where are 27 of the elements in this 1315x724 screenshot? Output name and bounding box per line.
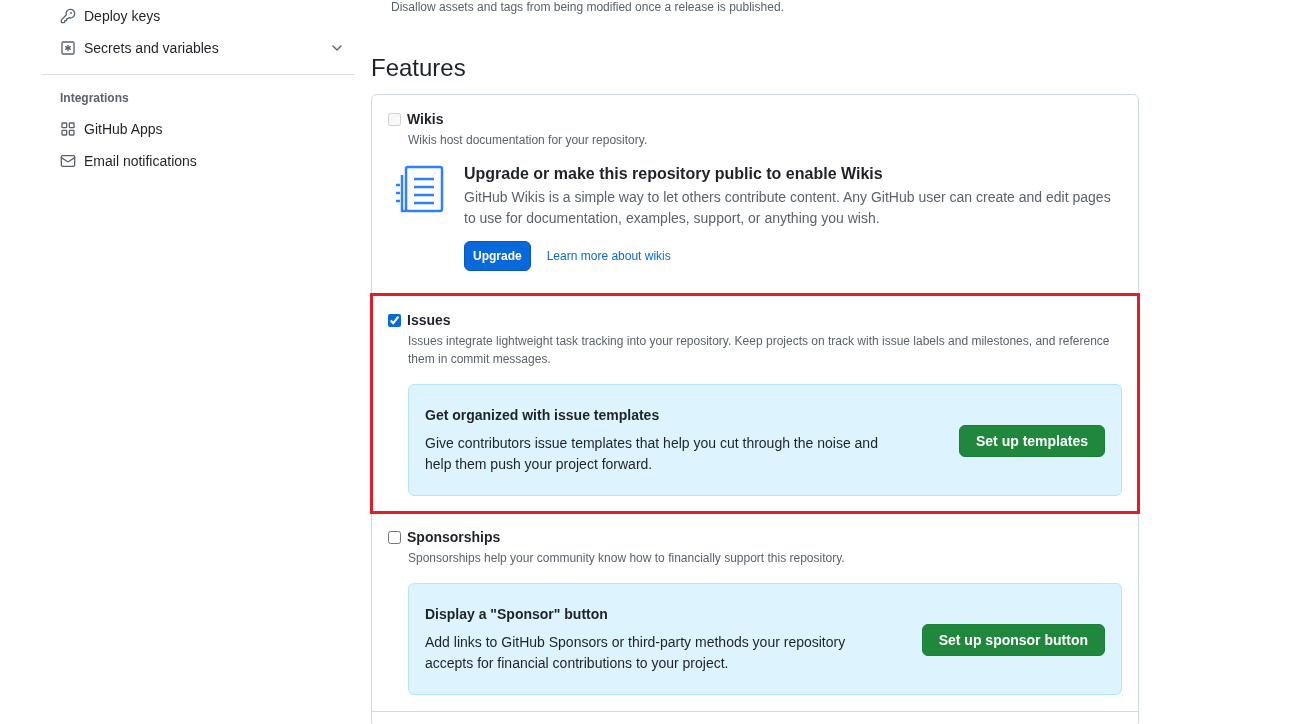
feature-description: Wikis host documentation for your repository. <box>408 132 649 149</box>
callout-text: Add links to GitHub Sponsors or third-party methods your repository accepts for financial contributions to your project. <box>425 633 847 673</box>
setup-button[interactable]: Set up templates <box>958 425 1105 457</box>
feature-label: Issues <box>407 312 451 328</box>
section-heading: Features <box>371 54 467 82</box>
sidebar-item[interactable]: Email notifications <box>42 145 355 177</box>
upsell-title: Upgrade or make this repository public to enable Wikis <box>464 165 884 183</box>
key-icon <box>60 8 76 24</box>
feature-checkbox[interactable] <box>388 313 401 327</box>
callout-title: Get organized with issue templates <box>425 407 661 423</box>
sidebar-item[interactable]: Deploy keys <box>42 0 355 32</box>
feature-description: Issues integrate lightweight task tracking into your repository. Keep projects on track with issue labels and milestones, and reference them in commit messages. <box>408 333 1111 368</box>
setting-description: Disallow assets and tags from being modified once a release is published. <box>390 0 785 14</box>
feature-description: Sponsorships help your community know how to financially support this repository. <box>408 550 846 567</box>
group-heading: Integrations <box>59 90 130 107</box>
feature-label: Wikis <box>407 111 444 127</box>
setup-button[interactable]: Set up sponsor button <box>921 624 1105 656</box>
callout-title: Display a "Sponsor" button <box>425 606 609 622</box>
feature-label: Sponsorships <box>407 529 501 545</box>
sidebar-item[interactable]: GitHub Apps <box>42 113 355 145</box>
callout-text: Give contributors issue templates that help you cut through the noise and help them push your project forward. <box>425 434 879 474</box>
upsell-text: GitHub Wikis is a simple way to let others contribute content. Any GitHub user can create and edit pages to use for documentation, examples, support, or anything you wish. <box>464 188 1112 228</box>
grid-icon <box>60 121 76 137</box>
mail-icon <box>60 153 76 169</box>
sidebar-item[interactable]: Secrets and variables <box>42 32 355 64</box>
asterisk-icon <box>60 40 76 56</box>
feature-checkbox[interactable] <box>388 530 401 544</box>
